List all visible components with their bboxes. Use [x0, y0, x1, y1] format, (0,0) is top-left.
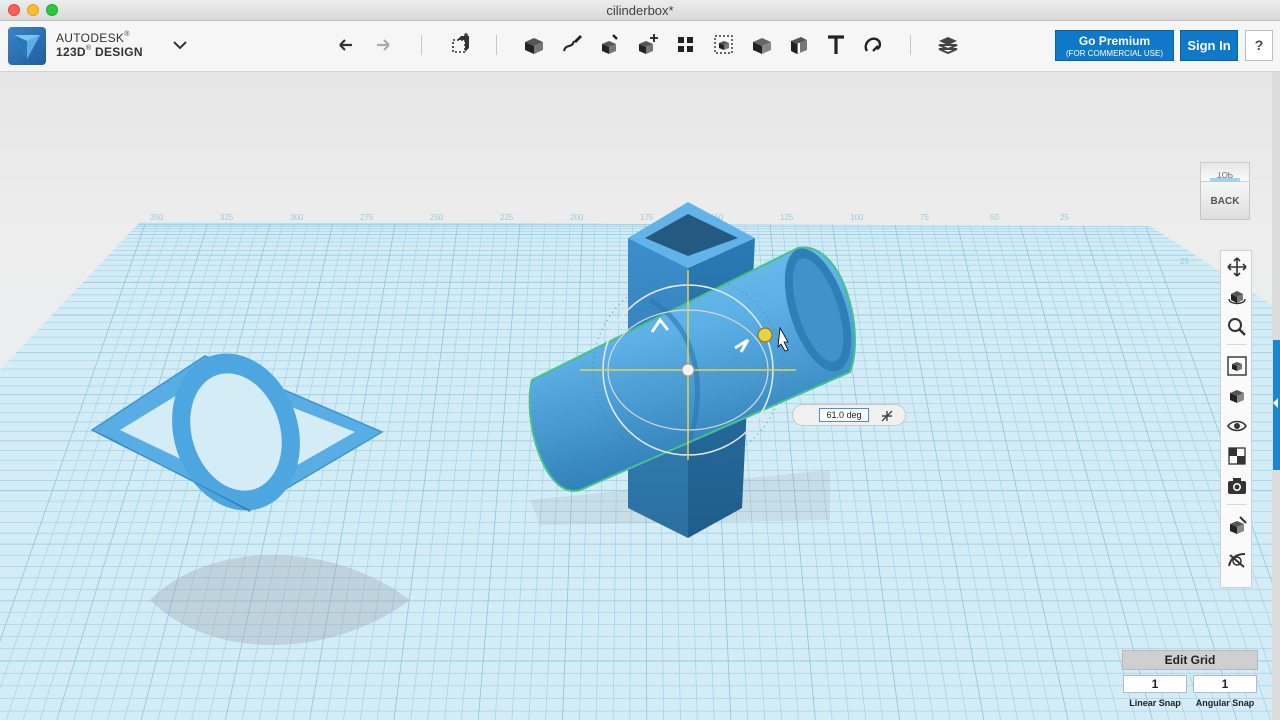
hide-button[interactable] — [1225, 514, 1249, 538]
transform-button[interactable] — [446, 31, 474, 59]
toolbar-divider — [496, 35, 497, 55]
ruler-label: 100 — [850, 213, 864, 222]
angular-snap-input[interactable] — [1193, 675, 1257, 693]
snap-button[interactable] — [859, 31, 887, 59]
outline-button[interactable] — [1225, 548, 1249, 572]
linear-snap-input[interactable] — [1123, 675, 1187, 693]
pattern-icon — [678, 37, 693, 52]
go-premium-button[interactable]: Go Premium (FOR COMMERCIAL USE) — [1055, 30, 1174, 61]
combine-icon — [753, 38, 771, 54]
edit-grid-button[interactable]: Edit Grid — [1122, 650, 1258, 670]
rotation-angle-input[interactable] — [819, 408, 869, 422]
app-logo — [8, 27, 46, 65]
ruler-label: 225 — [500, 213, 514, 222]
construct-icon — [602, 34, 618, 54]
pattern-button[interactable] — [672, 31, 700, 59]
ruler-label: 350 — [150, 213, 164, 222]
transform-icon — [452, 33, 469, 53]
undo-icon — [339, 39, 352, 51]
logo-icon — [14, 35, 40, 59]
redo-icon — [377, 39, 390, 51]
ruler-label: 25 — [1060, 213, 1069, 222]
view-cube-front[interactable]: BACK — [1200, 182, 1250, 220]
orbit-icon — [1228, 291, 1246, 305]
measure-icon — [791, 37, 807, 54]
camera-button[interactable] — [1225, 474, 1249, 498]
3d-viewport[interactable]: 3503253002752502252001751501251007550252… — [0, 72, 1272, 720]
text-button[interactable] — [822, 31, 850, 59]
ruler-label: 125 — [780, 213, 794, 222]
zoom-icon — [1228, 318, 1246, 336]
nav-divider — [1227, 344, 1247, 345]
ruler-label: 200 — [570, 213, 584, 222]
brand-product: 123D® DESIGN — [56, 45, 143, 59]
ruler-label: 325 — [220, 213, 234, 222]
camera-icon — [1228, 478, 1246, 494]
brand-company: AUTODESK® — [56, 31, 130, 45]
linear-snap-label: Linear Snap — [1129, 698, 1181, 708]
materials-icon — [1228, 447, 1246, 465]
view-cube[interactable]: TOP BACK — [1200, 162, 1250, 222]
modify-icon — [639, 34, 658, 54]
hide-icon — [1230, 516, 1247, 534]
expand-arrow-icon — [1273, 398, 1278, 408]
angular-snap-label: Angular Snap — [1195, 698, 1255, 708]
undo-button[interactable] — [332, 31, 360, 59]
scene-canvas[interactable]: 3503253002752502252001751501251007550252… — [0, 72, 1272, 720]
zoom-button[interactable] — [1225, 315, 1249, 339]
rotation-angle-box — [792, 404, 906, 426]
view-button[interactable] — [1225, 384, 1249, 408]
ruler-label: 50 — [990, 213, 999, 222]
outline-icon — [1228, 553, 1246, 568]
snap-angle-button[interactable] — [879, 408, 895, 424]
fit-button[interactable] — [1225, 354, 1249, 378]
grouping-button[interactable] — [710, 31, 738, 59]
help-button[interactable]: ? — [1245, 30, 1273, 61]
sketch-icon — [563, 35, 582, 52]
combine-button[interactable] — [748, 31, 776, 59]
chevron-down-icon — [173, 41, 187, 50]
ruler-label: 275 — [360, 213, 374, 222]
app-menu-button[interactable] — [170, 35, 190, 55]
pan-icon — [1227, 257, 1247, 277]
ruler-label: 300 — [290, 213, 304, 222]
modify-button[interactable] — [634, 31, 662, 59]
fit-icon — [1227, 356, 1247, 376]
visibility-button[interactable] — [1225, 414, 1249, 438]
redo-button[interactable] — [369, 31, 397, 59]
main-toolbar: AUTODESK® 123D® DESIGN Go Premium (FOR C… — [0, 21, 1280, 72]
measure-button[interactable] — [785, 31, 813, 59]
view-icon — [1230, 390, 1244, 403]
nav-divider — [1227, 504, 1247, 505]
construct-button[interactable] — [596, 31, 624, 59]
angle-snap-icon — [881, 410, 893, 422]
ruler-label: 175 — [640, 213, 654, 222]
ruler-label: 25 — [1180, 257, 1189, 266]
grouping-icon — [714, 35, 733, 54]
toolbar-divider — [421, 35, 422, 55]
ruler-label: 75 — [920, 213, 929, 222]
primitives-icon — [525, 38, 543, 54]
visibility-icon — [1227, 420, 1247, 432]
sketch-button[interactable] — [558, 31, 586, 59]
orbit-button[interactable] — [1225, 285, 1249, 309]
title-bar: cilinderbox* — [0, 0, 1280, 21]
ruler-label: 250 — [430, 213, 444, 222]
pan-button[interactable] — [1225, 255, 1249, 279]
toolbar-divider — [910, 35, 911, 55]
navigation-bar — [1220, 250, 1252, 588]
materials-button[interactable] — [1225, 444, 1249, 468]
sign-in-button[interactable]: Sign In — [1180, 30, 1238, 61]
material-button[interactable] — [934, 31, 962, 59]
primitives-button[interactable] — [520, 31, 548, 59]
window-title: cilinderbox* — [606, 3, 674, 18]
snap-icon — [864, 37, 882, 52]
material-icon — [938, 37, 958, 55]
text-icon — [828, 35, 844, 54]
